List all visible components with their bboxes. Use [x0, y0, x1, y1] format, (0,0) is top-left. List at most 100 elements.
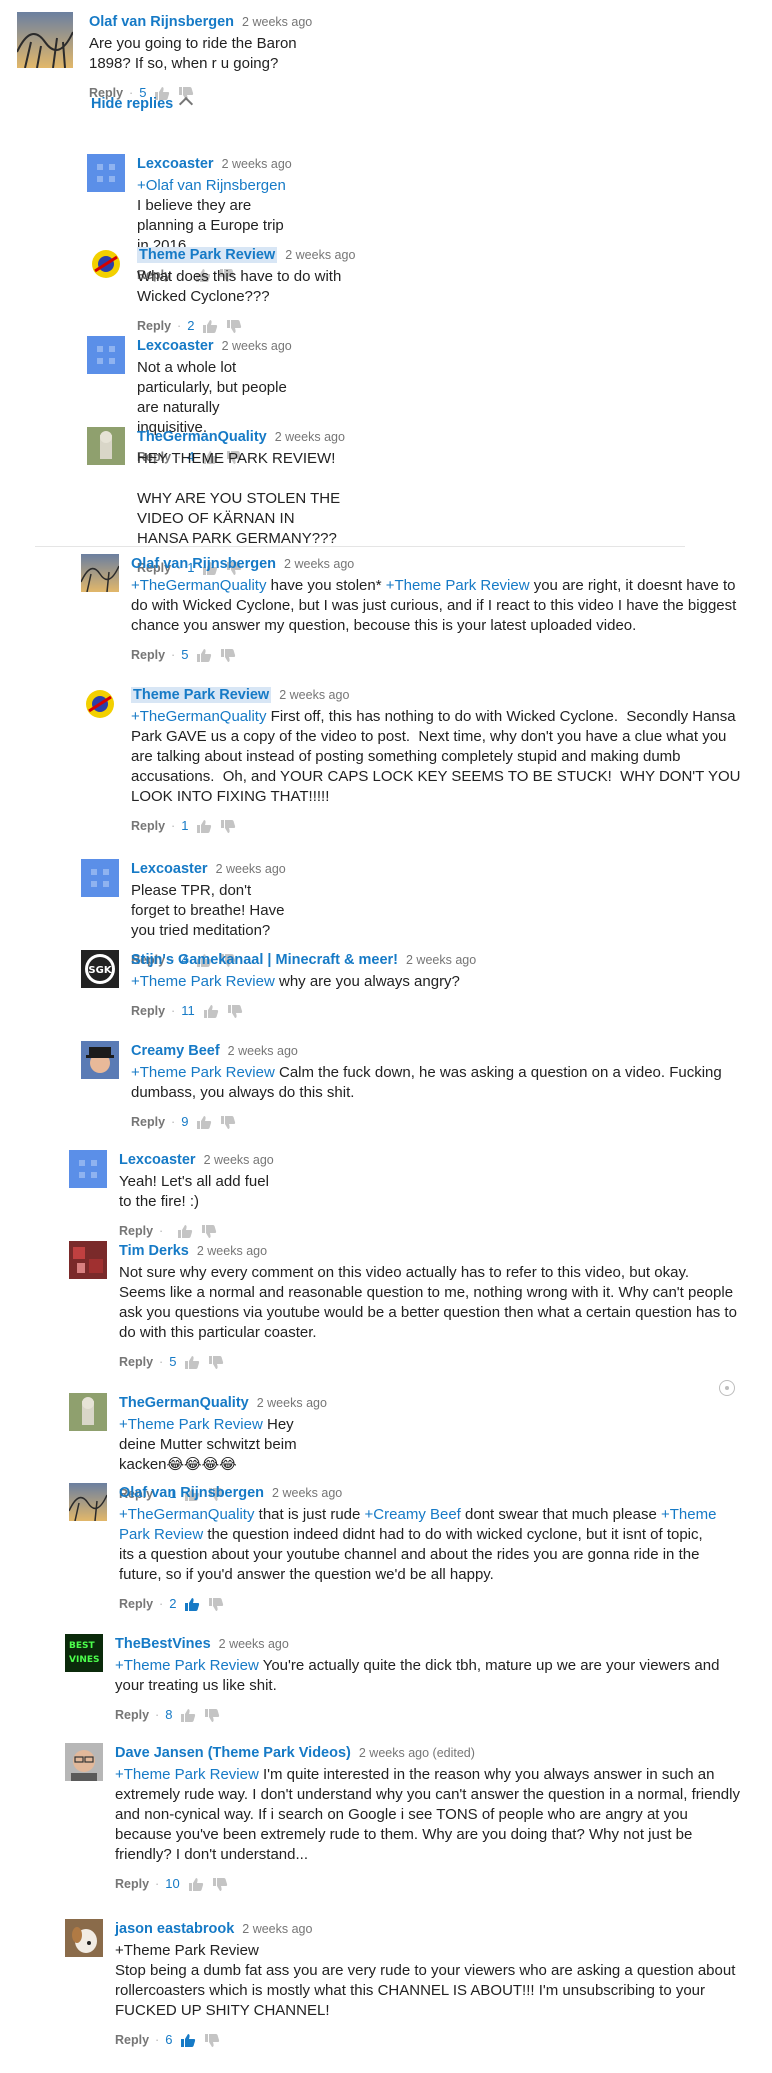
thumbs-down-icon[interactable] — [208, 1355, 224, 1370]
comment-author[interactable]: Stijn's Gamekanaal | Minecraft & meer! — [131, 952, 398, 968]
thumbs-up-icon[interactable] — [196, 819, 212, 834]
mention-link[interactable]: +Theme Park Review — [115, 1766, 259, 1783]
thumbs-up-icon[interactable] — [184, 1355, 200, 1370]
thumbs-down-icon[interactable] — [212, 1877, 228, 1892]
comment-time[interactable]: 2 weeks ago — [406, 953, 476, 967]
avatar[interactable] — [65, 1743, 103, 1781]
mention-link[interactable]: +TheGermanQuality — [131, 708, 266, 725]
separator-dot: · — [171, 1004, 176, 1018]
avatar[interactable] — [87, 336, 125, 374]
thumbs-up-icon[interactable] — [196, 648, 212, 663]
comment-time[interactable]: 2 weeks ago — [219, 1637, 289, 1651]
comment-author[interactable]: Dave Jansen (Theme Park Videos) — [115, 1745, 351, 1761]
reply-button[interactable]: Reply — [131, 1004, 165, 1018]
comment-time[interactable]: 2 weeks ago — [257, 1396, 327, 1410]
mention-link[interactable]: +Olaf van Rijnsbergen — [137, 177, 286, 194]
comment-time[interactable]: 2 weeks ago — [197, 1244, 267, 1258]
reply-button[interactable]: Reply — [119, 1224, 153, 1238]
mention-link[interactable]: +Theme Park Review — [115, 1657, 259, 1674]
thumbs-up-icon[interactable] — [203, 1004, 219, 1019]
thumbs-down-icon[interactable] — [220, 1115, 236, 1130]
avatar[interactable] — [69, 1150, 107, 1188]
comment-time[interactable]: 2 weeks ago — [242, 15, 312, 29]
thumbs-up-icon[interactable] — [180, 2033, 196, 2048]
reply-button[interactable]: Reply — [137, 319, 171, 333]
comment-time[interactable]: 2 weeks ago — [222, 339, 292, 353]
comment-author[interactable]: Olaf van Rijnsbergen — [119, 1485, 264, 1501]
avatar[interactable] — [17, 12, 73, 68]
avatar[interactable] — [69, 1483, 107, 1521]
comment-time[interactable]: 2 weeks ago — [279, 688, 349, 702]
comment-time[interactable]: 2 weeks ago — [242, 1922, 312, 1936]
avatar[interactable]: BEST VINES — [65, 1634, 103, 1672]
comment-time[interactable]: 2 weeks ago — [222, 157, 292, 171]
reply-button[interactable]: Reply — [115, 2033, 149, 2047]
mention-link[interactable]: +Theme Park Review — [131, 1064, 275, 1081]
comment-author[interactable]: Olaf van Rijnsbergen — [131, 556, 276, 572]
thumbs-down-icon[interactable] — [226, 319, 242, 334]
thumbs-down-icon[interactable] — [220, 648, 236, 663]
comment-time[interactable]: 2 weeks ago — [228, 1044, 298, 1058]
thumbs-down-icon[interactable] — [204, 2033, 220, 2048]
comment-author[interactable]: Olaf van Rijnsbergen — [89, 14, 234, 30]
reply-button[interactable]: Reply — [131, 1115, 165, 1129]
avatar[interactable] — [87, 427, 125, 465]
comment-time[interactable]: 2 weeks ago — [272, 1486, 342, 1500]
comment-time[interactable]: 2 weeks ago — [204, 1153, 274, 1167]
mention-link[interactable]: +Theme Park Review — [119, 1416, 263, 1433]
comment-author[interactable]: Lexcoaster — [119, 1152, 196, 1168]
avatar[interactable] — [81, 554, 119, 592]
thumbs-down-icon[interactable] — [201, 1224, 217, 1239]
comment-time[interactable]: 2 weeks ago — [275, 430, 345, 444]
thumbs-up-icon[interactable] — [202, 319, 218, 334]
mention-link[interactable]: +Theme Park Review — [386, 577, 530, 594]
thumbs-down-icon[interactable] — [208, 1597, 224, 1612]
comment-author[interactable]: Theme Park Review — [131, 687, 272, 703]
separator-dot: · — [159, 1355, 164, 1369]
comment-author[interactable]: TheBestVines — [115, 1636, 211, 1652]
mention-link[interactable]: +TheGermanQuality — [119, 1506, 254, 1523]
reply-button[interactable]: Reply — [131, 819, 165, 833]
comment-author[interactable]: Creamy Beef — [131, 1043, 220, 1059]
mention-link[interactable]: +Theme Park Review — [131, 973, 275, 990]
comment-time[interactable]: 2 weeks ago — [285, 248, 355, 262]
avatar[interactable] — [81, 685, 119, 723]
comment-author[interactable]: TheGermanQuality — [119, 1395, 249, 1411]
avatar[interactable] — [87, 245, 125, 283]
reply-button[interactable]: Reply — [119, 1355, 153, 1369]
comment-time[interactable]: 2 weeks ago — [284, 557, 354, 571]
avatar[interactable]: SGK — [81, 950, 119, 988]
comment-author[interactable]: jason eastabrook — [115, 1921, 234, 1937]
reply-button[interactable]: Reply — [131, 648, 165, 662]
avatar[interactable] — [87, 154, 125, 192]
avatar[interactable] — [65, 1919, 103, 1957]
avatar[interactable] — [81, 859, 119, 897]
thumbs-up-icon[interactable] — [177, 1224, 193, 1239]
comment-author[interactable]: Theme Park Review — [137, 247, 278, 263]
reply-button[interactable]: Reply — [115, 1708, 149, 1722]
like-count: 6 — [165, 2032, 173, 2047]
avatar[interactable] — [69, 1241, 107, 1279]
reply-button[interactable]: Reply — [115, 1877, 149, 1891]
avatar[interactable] — [69, 1393, 107, 1431]
comment-time[interactable]: 2 weeks ago (edited) — [359, 1746, 475, 1760]
comment-author[interactable]: Lexcoaster — [137, 338, 214, 354]
comment-author[interactable]: Lexcoaster — [137, 156, 214, 172]
avatar[interactable] — [81, 1041, 119, 1079]
thumbs-up-icon[interactable] — [188, 1877, 204, 1892]
hide-replies-button[interactable]: Hide replies — [91, 96, 194, 112]
comment-time[interactable]: 2 weeks ago — [216, 862, 286, 876]
reply-button[interactable]: Reply — [119, 1597, 153, 1611]
thumbs-down-icon[interactable] — [220, 819, 236, 834]
thumbs-down-icon[interactable] — [227, 1004, 243, 1019]
close-icon[interactable] — [719, 1380, 735, 1396]
mention-link[interactable]: +TheGermanQuality — [131, 577, 266, 594]
mention-link[interactable]: +Creamy Beef — [365, 1506, 461, 1523]
thumbs-up-icon[interactable] — [180, 1708, 196, 1723]
thumbs-up-icon[interactable] — [184, 1597, 200, 1612]
thumbs-up-icon[interactable] — [196, 1115, 212, 1130]
comment-author[interactable]: TheGermanQuality — [137, 429, 267, 445]
thumbs-down-icon[interactable] — [204, 1708, 220, 1723]
comment-author[interactable]: Lexcoaster — [131, 861, 208, 877]
comment-author[interactable]: Tim Derks — [119, 1243, 189, 1259]
